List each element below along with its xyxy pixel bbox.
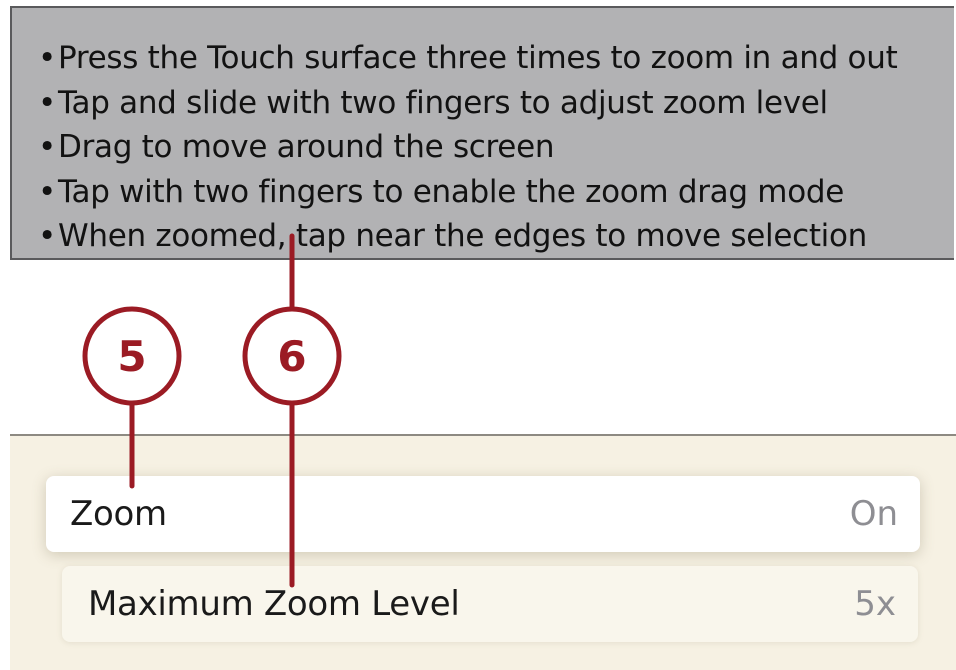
maximum-zoom-level-row[interactable]: Maximum Zoom Level 5x: [62, 566, 918, 642]
zoom-tips-list: •Press the Touch surface three times to …: [38, 36, 898, 259]
tip-item: •When zoomed, tap near the edges to move…: [38, 214, 897, 259]
zoom-setting-row[interactable]: Zoom On: [46, 476, 920, 552]
tip-text: Tap with two fingers to enable the zoom …: [58, 173, 845, 210]
tip-text: Press the Touch surface three times to z…: [58, 40, 898, 76]
tip-item: •Tap with two fingers to enable the zoom…: [38, 170, 897, 215]
zoom-label: Zoom: [70, 494, 167, 534]
maximum-zoom-level-label: Maximum Zoom Level: [88, 584, 460, 624]
tip-item: •Press the Touch surface three times to …: [38, 36, 898, 81]
zoom-tips-panel: •Press the Touch surface three times to …: [10, 6, 954, 260]
tip-text: Tap and slide with two fingers to adjust…: [58, 84, 828, 121]
zoom-value: On: [849, 494, 898, 534]
callout-5-number: 5: [117, 332, 146, 381]
bullet-icon: •: [38, 84, 56, 121]
callout-6-number: 6: [277, 332, 306, 381]
tip-item: •Tap and slide with two fingers to adjus…: [38, 81, 897, 126]
maximum-zoom-level-value: 5x: [854, 584, 896, 624]
tip-text: Drag to move around the screen: [58, 129, 555, 165]
bullet-icon: •: [38, 40, 56, 76]
bullet-icon: •: [38, 218, 56, 254]
callout-6-circle: [242, 306, 342, 406]
bullet-icon: •: [38, 173, 56, 210]
tip-item: •Drag to move around the screen: [38, 125, 897, 170]
callout-5-circle: [82, 306, 182, 406]
bullet-icon: •: [38, 129, 56, 165]
tip-text: When zoomed, tap near the edges to move …: [58, 218, 868, 254]
